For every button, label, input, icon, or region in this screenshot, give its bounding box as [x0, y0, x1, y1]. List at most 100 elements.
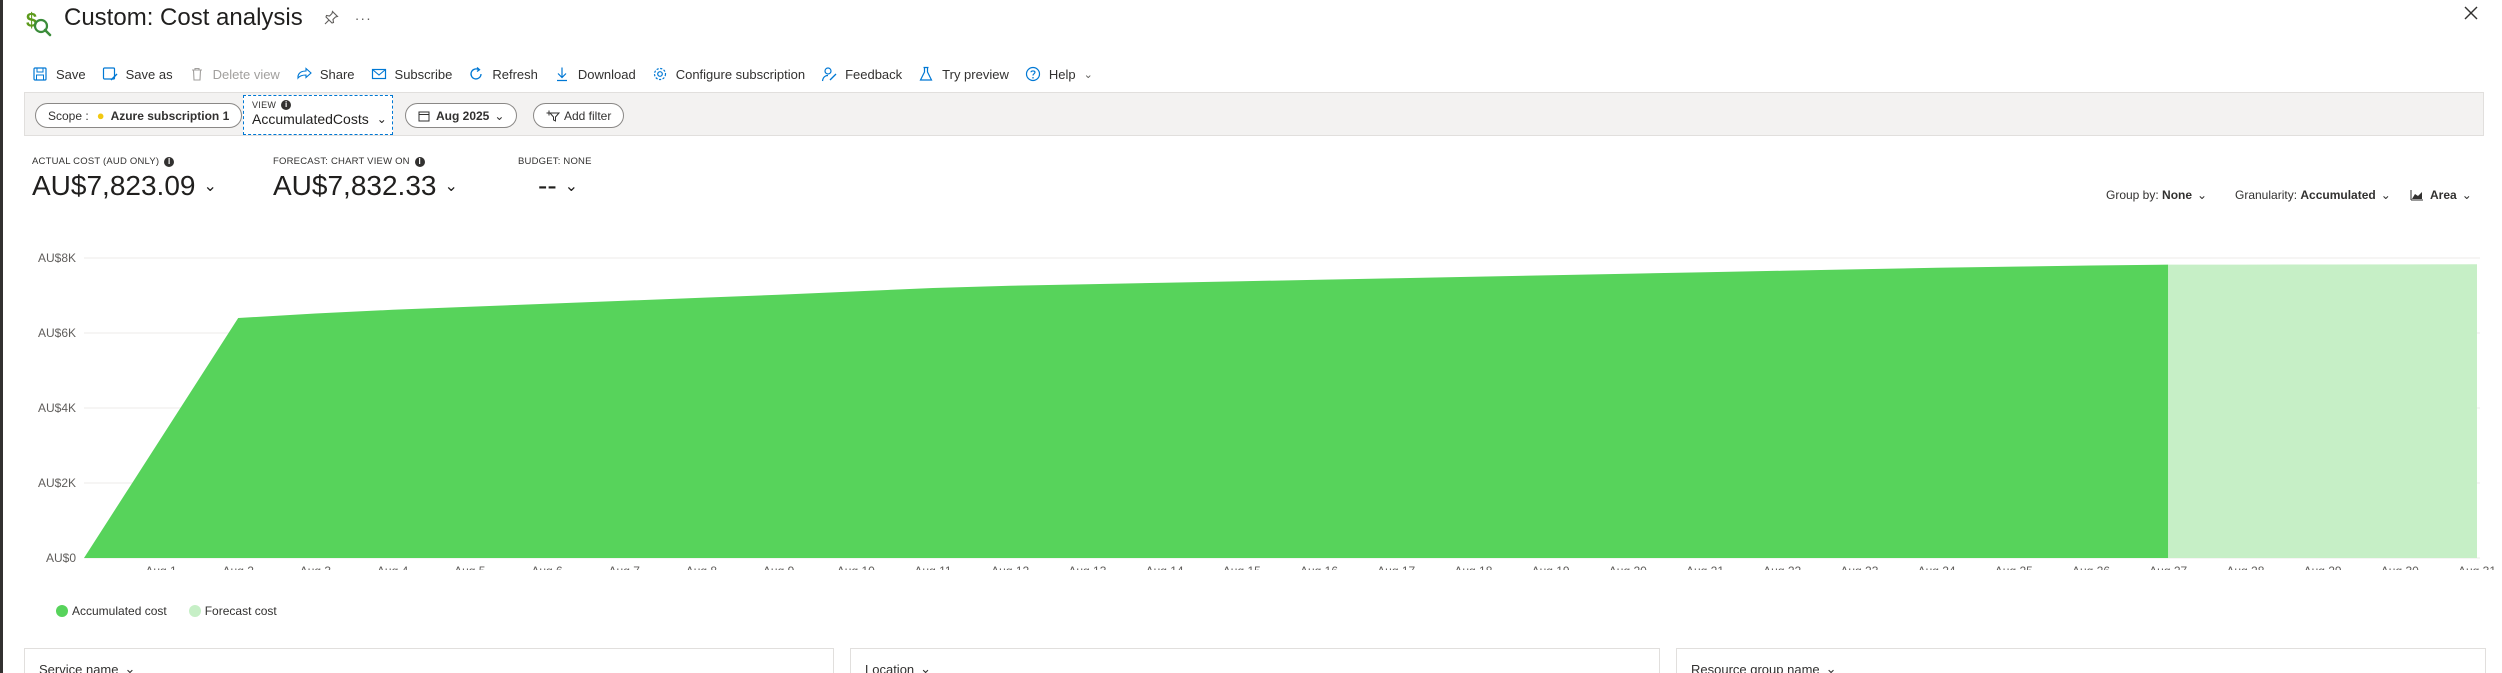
x-tick-label: Aug 7 — [609, 564, 641, 570]
download-button[interactable]: Download — [554, 66, 636, 82]
chevron-down-icon: ⌄ — [124, 661, 136, 673]
close-icon[interactable] — [2462, 4, 2480, 22]
subscribe-button[interactable]: Subscribe — [371, 66, 452, 82]
legend-accumulated[interactable]: Accumulated cost — [56, 604, 167, 618]
y-tick-label: AU$8K — [38, 251, 76, 265]
configure-subscription-button[interactable]: Configure subscription — [652, 66, 805, 82]
x-tick-label: Aug 26 — [2072, 564, 2110, 570]
x-tick-label: Aug 29 — [2304, 564, 2342, 570]
x-tick-label: Aug 23 — [1840, 564, 1878, 570]
mail-icon — [371, 68, 386, 80]
x-tick-label: Aug 5 — [454, 564, 486, 570]
page-title: Custom: Cost analysis — [64, 4, 303, 31]
help-icon — [1025, 66, 1040, 82]
forecast-cost-area — [2168, 264, 2477, 558]
chevron-down-icon: ⌄ — [444, 178, 458, 195]
info-icon[interactable]: i — [414, 156, 425, 167]
chart-type-dropdown[interactable]: Area ⌄ — [2410, 188, 2472, 202]
scope-pill[interactable]: Scope : ● Azure subscription 1 — [35, 103, 243, 128]
service-name-dropdown[interactable]: Service name ⌄ — [39, 661, 135, 673]
group-by-dropdown[interactable]: Group by: None ⌄ — [2106, 188, 2207, 202]
x-tick-label: Aug 19 — [1532, 564, 1570, 570]
command-bar: Save Save as Delete view Share Subscribe… — [32, 62, 1109, 86]
x-tick-label: Aug 3 — [300, 564, 332, 570]
save-icon — [33, 67, 47, 81]
granularity-dropdown[interactable]: Granularity: Accumulated ⌄ — [2235, 188, 2391, 202]
cost-management-icon: $ — [26, 10, 52, 37]
info-icon[interactable]: i — [281, 100, 292, 110]
service-name-card: Service name ⌄ — [24, 648, 834, 673]
x-tick-label: Aug 4 — [377, 564, 409, 570]
share-button[interactable]: Share — [296, 66, 355, 82]
y-tick-label: AU$2K — [38, 476, 76, 490]
x-tick-label: Aug 27 — [2149, 564, 2187, 570]
x-tick-label: Aug 10 — [837, 564, 875, 570]
budget-kpi[interactable]: BUDGET: NONE -- ⌄ — [518, 156, 592, 202]
feedback-icon — [821, 67, 837, 82]
actual-cost-kpi[interactable]: ACTUAL COST (AUD ONLY) i AU$7,823.09 ⌄ — [32, 156, 217, 202]
save-as-button[interactable]: Save as — [102, 66, 173, 82]
try-preview-button[interactable]: Try preview — [918, 66, 1009, 82]
chevron-down-icon: ⌄ — [2461, 188, 2472, 202]
x-tick-label: Aug 11 — [914, 564, 951, 570]
calendar-icon — [418, 111, 430, 121]
forecast-kpi[interactable]: FORECAST: CHART VIEW ON i AU$7,832.33 ⌄ — [273, 156, 458, 202]
legend-dot — [56, 605, 68, 617]
add-filter-icon — [546, 110, 560, 122]
x-tick-label: Aug 22 — [1763, 564, 1801, 570]
feedback-button[interactable]: Feedback — [821, 66, 902, 82]
info-icon[interactable]: i — [164, 156, 175, 167]
filter-bar: Scope : ● Azure subscription 1 VIEW i Ac… — [24, 92, 2484, 136]
resource-group-dropdown[interactable]: Resource group name ⌄ — [1691, 661, 1837, 673]
x-tick-label: Aug 8 — [686, 564, 718, 570]
x-tick-label: Aug 1 — [145, 564, 177, 570]
delete-icon — [191, 67, 202, 81]
y-tick-label: AU$6K — [38, 326, 76, 340]
x-tick-label: Aug 17 — [1377, 564, 1415, 570]
delete-view-button[interactable]: Delete view — [189, 66, 280, 82]
refresh-icon — [470, 67, 482, 80]
x-tick-label: Aug 13 — [1068, 564, 1106, 570]
save-as-icon — [102, 67, 118, 81]
x-tick-label: Aug 15 — [1223, 564, 1261, 570]
add-filter-button[interactable]: Add filter — [533, 103, 625, 128]
more-icon[interactable]: ··· — [355, 10, 372, 26]
chevron-down-icon: ⌄ — [1825, 661, 1837, 673]
chevron-down-icon: ⌄ — [376, 112, 387, 126]
refresh-button[interactable]: Refresh — [468, 66, 538, 82]
help-button[interactable]: Help ⌄ — [1025, 66, 1093, 82]
location-card: Location ⌄ — [850, 648, 1660, 673]
x-tick-label: Aug 14 — [1146, 564, 1184, 570]
resource-group-card: Resource group name ⌄ — [1676, 648, 2486, 673]
x-tick-label: Aug 18 — [1454, 564, 1492, 570]
download-icon — [556, 67, 567, 82]
x-tick-label: Aug 2 — [223, 564, 255, 570]
legend-forecast[interactable]: Forecast cost — [188, 604, 277, 618]
pin-icon[interactable] — [323, 10, 339, 26]
chevron-down-icon: ⌄ — [920, 661, 932, 673]
flask-icon — [919, 66, 933, 81]
title-row: $ Custom: Cost analysis ··· — [24, 2, 372, 37]
y-tick-label: AU$4K — [38, 401, 76, 415]
chevron-down-icon: ⌄ — [203, 178, 217, 195]
key-icon: ● — [96, 108, 105, 123]
chart-legend: Accumulated cost Forecast cost — [56, 604, 299, 618]
accumulated-cost-area — [84, 264, 2169, 558]
save-button[interactable]: Save — [32, 66, 86, 82]
gear-icon — [653, 67, 666, 81]
chevron-down-icon: ⌄ — [2380, 188, 2391, 202]
x-tick-label: Aug 25 — [1995, 564, 2033, 570]
date-range-pill[interactable]: Aug 2025 ⌄ — [405, 103, 518, 128]
chevron-down-icon: ⌄ — [2197, 188, 2208, 202]
chevron-down-icon: ⌄ — [1083, 68, 1093, 81]
y-tick-label: AU$0 — [46, 551, 76, 565]
view-selector[interactable]: VIEW i AccumulatedCosts ⌄ — [243, 95, 393, 135]
cost-area-chart[interactable]: AU$0 AU$2K AU$4K AU$6K AU$8K Aug 1 Aug 2 Aug 3 A… — [0, 240, 2502, 570]
location-dropdown[interactable]: Location ⌄ — [865, 661, 931, 673]
area-chart-icon — [2410, 190, 2423, 201]
x-tick-label: Aug 31 — [2458, 564, 2496, 570]
x-tick-label: Aug 12 — [991, 564, 1029, 570]
x-tick-label: Aug 24 — [1918, 564, 1956, 570]
x-tick-label: Aug 30 — [2381, 564, 2419, 570]
chevron-down-icon: ⌄ — [494, 108, 505, 123]
